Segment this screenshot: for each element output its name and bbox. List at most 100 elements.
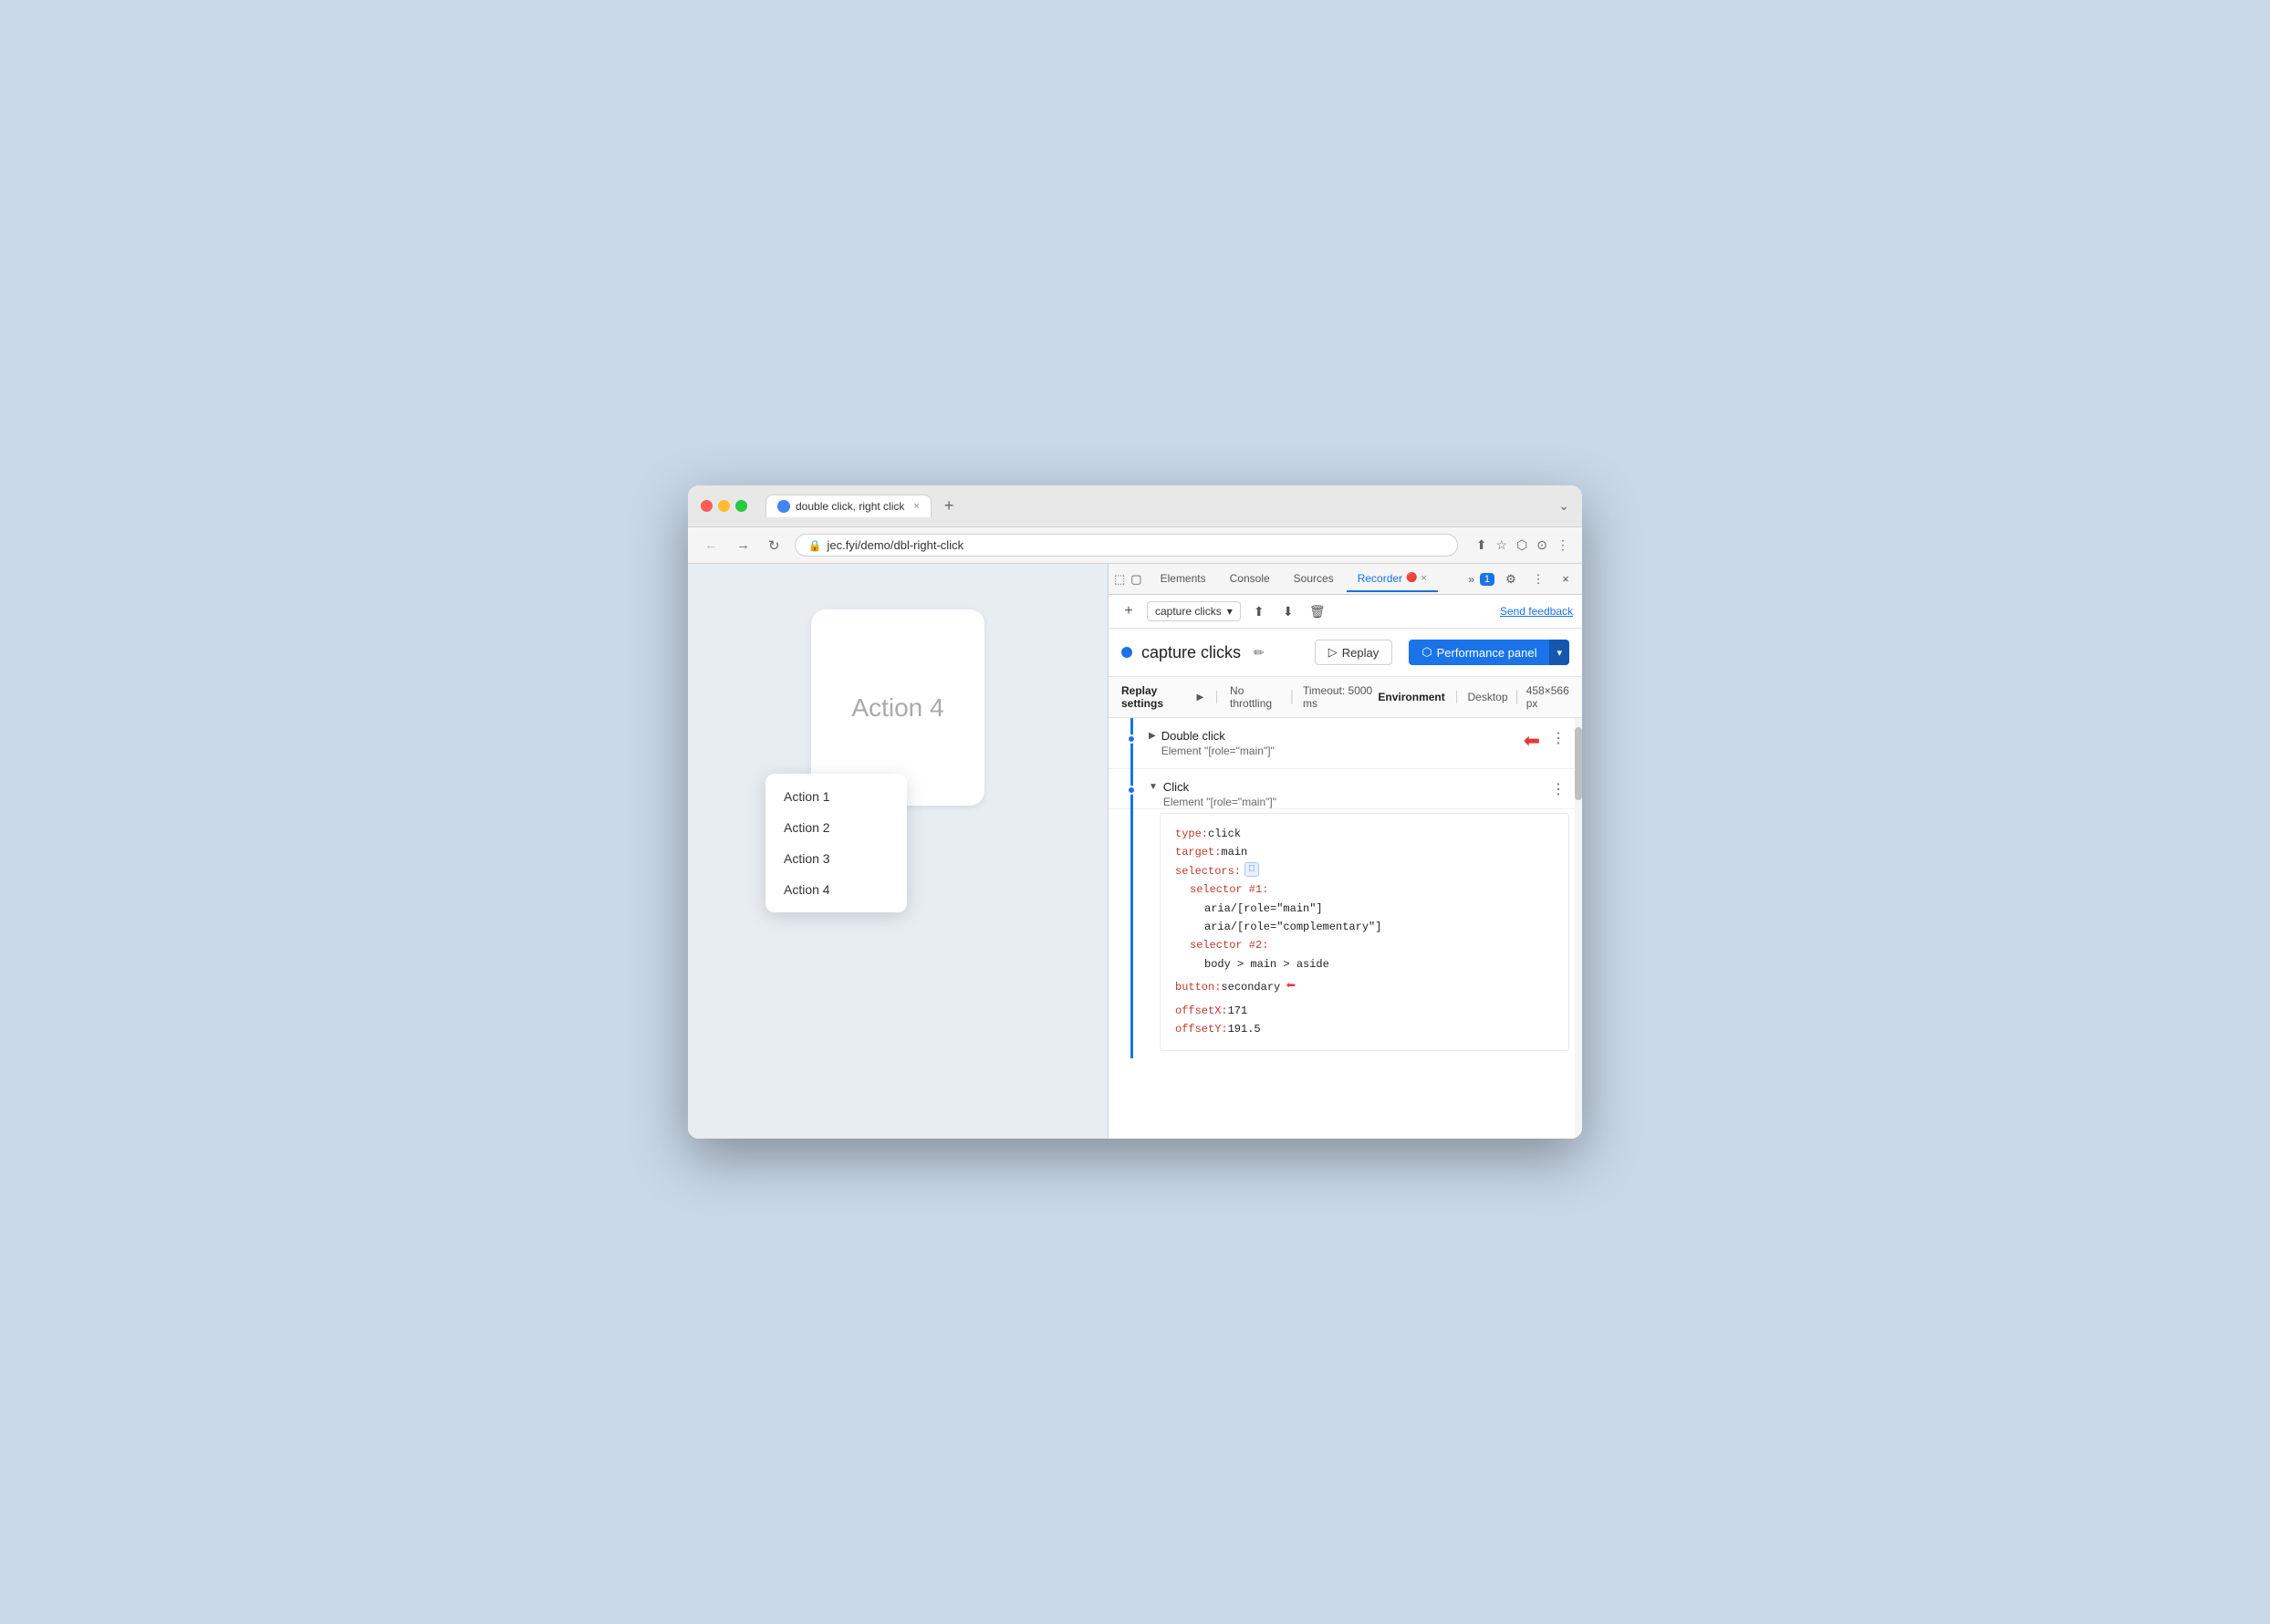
action-2-title: Click [1163, 780, 1547, 794]
send-feedback-link[interactable]: Send feedback [1500, 605, 1573, 618]
code-val-offsety: 191.5 [1228, 1020, 1261, 1038]
red-arrow-icon-2: ⬅ [1286, 973, 1296, 1002]
replay-settings-label: Replay settings [1121, 684, 1191, 710]
resolution-value: 458×566 px [1526, 684, 1569, 710]
address-input[interactable]: 🔒 jec.fyi/demo/dbl-right-click [795, 534, 1458, 557]
code-val-target: main [1221, 843, 1247, 861]
main-area: Action 4 Action 1 Action 2 Action 3 Acti… [688, 564, 1582, 1139]
action-1-content: Double click Element "[role="main"]" [1161, 729, 1524, 757]
tab-favicon [777, 500, 790, 513]
throttling-value: No throttling [1230, 684, 1281, 710]
share-icon[interactable]: ⬆ [1476, 537, 1487, 553]
forward-button[interactable]: → [733, 536, 754, 555]
settings-left: Replay settings ▶ No throttling | Timeou… [1121, 684, 1378, 710]
extension-icon[interactable]: ⬡ [1516, 537, 1527, 553]
dropdown-chevron-icon: ▾ [1227, 605, 1233, 618]
timeout-value: Timeout: 5000 ms [1303, 684, 1378, 710]
code-key-target: target: [1175, 843, 1221, 861]
code-line-aria2: aria/[role="complementary"] [1175, 918, 1554, 936]
code-val-aria2: aria/[role="complementary"] [1204, 918, 1381, 936]
browser-window: double click, right click × + ⌄ ← → ↻ 🔒 … [688, 485, 1582, 1139]
settings-bar: Replay settings ▶ No throttling | Timeou… [1109, 677, 1582, 718]
settings-right: Environment Desktop | 458×566 px [1378, 684, 1569, 710]
code-val-aria1: aria/[role="main"] [1204, 900, 1323, 918]
devtools-more-icon[interactable]: ⋮ [1527, 568, 1549, 590]
window-chevron[interactable]: ⌄ [1558, 498, 1569, 514]
performance-panel-label: Performance panel [1437, 646, 1537, 660]
action-2-content: Click Element "[role="main"]" [1163, 780, 1547, 808]
context-menu-item-2[interactable]: Action 2 [765, 812, 907, 843]
browser-tab[interactable]: double click, right click × [765, 494, 932, 517]
close-button[interactable] [701, 500, 713, 512]
import-button[interactable]: ⬇ [1277, 600, 1299, 622]
context-menu-item-3[interactable]: Action 3 [765, 843, 907, 874]
devtools-tabs: ⬚ ▢ Elements Console Sources Recorder 🔴 … [1109, 564, 1582, 595]
context-menu: Action 1 Action 2 Action 3 Action 4 [765, 774, 907, 912]
tab-recorder[interactable]: Recorder 🔴 × [1347, 567, 1438, 592]
code-key-sel2: selector #2: [1190, 936, 1268, 954]
performance-panel-dropdown-button[interactable]: ▾ [1549, 640, 1569, 665]
performance-panel-button[interactable]: ⬡ Performance panel [1409, 640, 1549, 665]
devtools-settings-icon[interactable]: ⚙ [1500, 568, 1522, 590]
action-double-click[interactable]: ▶ Double click Element "[role="main"]" ⬅… [1109, 718, 1582, 769]
action-expand-icon-2[interactable]: ▼ [1149, 782, 1158, 792]
recording-name: capture clicks [1155, 605, 1222, 618]
minimize-button[interactable] [718, 500, 730, 512]
add-recording-button[interactable]: + [1118, 600, 1140, 622]
export-button[interactable]: ⬆ [1248, 600, 1270, 622]
tab-sources[interactable]: Sources [1283, 567, 1345, 592]
code-key-sel1: selector #1: [1190, 880, 1268, 899]
tab-title: double click, right click [796, 500, 904, 513]
code-val-offsetx: 171 [1228, 1002, 1248, 1020]
action-more-button-2[interactable]: ⋮ [1547, 780, 1569, 798]
recorder-header: capture clicks ✏ ▷ Replay ⬡ Performance … [1109, 629, 1582, 677]
tab-console[interactable]: Console [1219, 567, 1281, 592]
code-val-button: secondary [1221, 978, 1280, 996]
performance-panel-group: ⬡ Performance panel ▾ [1409, 640, 1569, 665]
bookmark-icon[interactable]: ☆ [1495, 537, 1507, 553]
maximize-button[interactable] [735, 500, 747, 512]
action-expand-icon-1[interactable]: ▶ [1149, 731, 1156, 741]
code-block: type: click target: main selectors: ⬚ [1160, 813, 1569, 1051]
more-tabs-icon[interactable]: » [1468, 573, 1474, 586]
code-key-button: button: [1175, 978, 1221, 996]
devtools-panel: ⬚ ▢ Elements Console Sources Recorder 🔴 … [1108, 564, 1582, 1139]
context-menu-item-4[interactable]: Action 4 [765, 874, 907, 905]
new-tab-button[interactable]: + [939, 496, 960, 515]
devtools-close-icon[interactable]: × [1555, 568, 1577, 590]
desktop-value: Desktop [1468, 691, 1508, 703]
code-val-body: body > main > aside [1204, 955, 1329, 973]
inspect-icon[interactable]: ⬚ [1114, 572, 1125, 587]
edit-title-icon[interactable]: ✏ [1254, 645, 1265, 661]
recording-select[interactable]: capture clicks ▾ [1147, 601, 1241, 621]
reload-button[interactable]: ↻ [765, 536, 784, 556]
replay-button[interactable]: ▷ Replay [1315, 640, 1392, 665]
timeline-dot-1 [1127, 734, 1136, 744]
device-mode-icon[interactable]: ▢ [1130, 572, 1141, 587]
more-icon[interactable]: ⋮ [1557, 537, 1569, 553]
action-click[interactable]: ▼ Click Element "[role="main"]" ⋮ [1109, 769, 1582, 809]
notification-badge: 1 [1480, 573, 1494, 586]
recording-title: capture clicks [1141, 643, 1241, 662]
scrollbar-thumb[interactable] [1575, 727, 1582, 800]
actions-area: ▶ Double click Element "[role="main"]" ⬅… [1109, 718, 1582, 1139]
action-1-title: Double click [1161, 729, 1524, 743]
replay-settings-arrow[interactable]: ▶ [1196, 692, 1203, 703]
main-card-text: Action 4 [851, 693, 943, 723]
traffic-lights [701, 500, 747, 512]
code-key-selectors: selectors: [1175, 862, 1241, 880]
recorder-tab-close-icon[interactable]: × [1421, 573, 1427, 584]
profile-icon[interactable]: ⊙ [1536, 537, 1547, 553]
title-bar: double click, right click × + ⌄ [688, 485, 1582, 527]
settings-divider [1216, 691, 1217, 703]
context-menu-item-1[interactable]: Action 1 [765, 781, 907, 812]
tab-close-icon[interactable]: × [913, 501, 919, 512]
red-arrow-icon-1: ⬅ [1524, 729, 1540, 753]
action-more-button-1[interactable]: ⋮ [1547, 729, 1569, 747]
selector-icon[interactable]: ⬚ [1244, 862, 1259, 877]
delete-button[interactable]: 🗑 [1307, 600, 1328, 622]
code-key-type: type: [1175, 825, 1208, 843]
recording-status-dot [1121, 647, 1132, 658]
tab-elements[interactable]: Elements [1150, 567, 1217, 592]
back-button[interactable]: ← [701, 536, 722, 555]
